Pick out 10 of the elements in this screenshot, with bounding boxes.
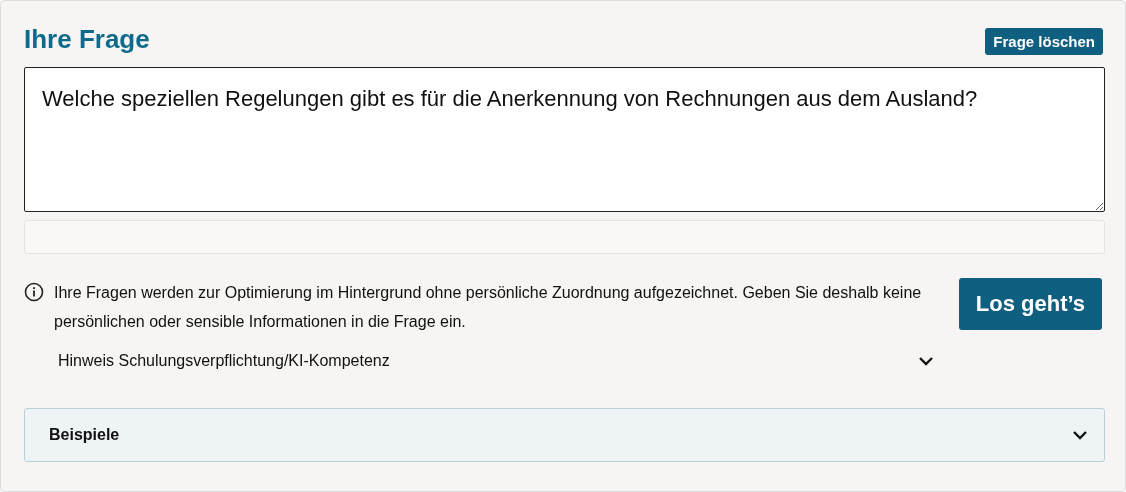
clear-question-button[interactable]: Frage löschen [985,27,1103,55]
info-icon [24,282,44,302]
section-title: Ihre Frage [24,23,150,55]
chevron-icon [1072,430,1088,440]
question-field[interactable]: Welche speziellen Regelungen gibt es für die Anerkennung von Rechnungen aus dem Ausland? [24,67,1105,212]
submit-button[interactable]: Los geht’s [958,278,1102,330]
examples-accordion[interactable]: Beispiele [24,408,1105,462]
hint-toggle[interactable]: Hinweis Schulungsverpflichtung/KI-Kompetenz [58,346,934,376]
chevron-icon [918,356,934,366]
privacy-notice: Ihre Fragen werden zur Optimierung im Hintergrund ohne persönliche Zuordnung aufgezeichnet. Geben Sie deshalb keine persönlichen oder sensible Informationen in die Frage ein. [54,283,923,332]
